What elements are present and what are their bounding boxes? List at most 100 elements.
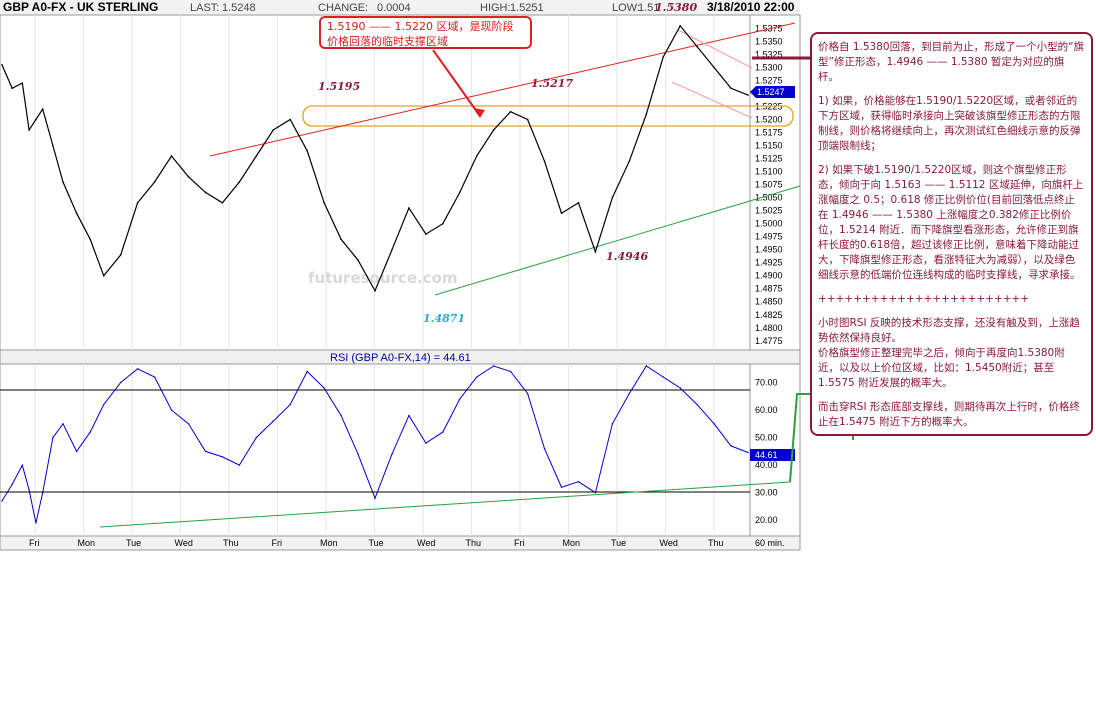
price-point <box>35 118 37 121</box>
rsi-point <box>62 423 64 425</box>
rsi-point <box>221 456 224 458</box>
analysis-notes: 价格自 1.5380回落，到目前为止，形成了一个小型的“旗型”修正形态，1.49… <box>810 32 1093 436</box>
price-point <box>204 191 207 194</box>
rsi-point <box>611 423 614 425</box>
price-y-tick: 1.5375 <box>755 23 783 33</box>
price-point <box>153 181 156 183</box>
price-y-tick: 1.5150 <box>755 141 783 151</box>
rsi-point <box>374 497 376 499</box>
price-point <box>543 160 546 162</box>
price-y-tick: 1.5000 <box>755 219 783 229</box>
price-y-tick: 1.5075 <box>755 180 783 190</box>
note-5: 小时图RSI 反映的技术形态支撑，还没有触及到，上涨趋势依然保持良好。 <box>818 317 1080 344</box>
price-point <box>41 108 44 110</box>
level-1-4871: 1.4871 <box>423 312 465 325</box>
price-point <box>306 149 308 152</box>
rsi-point <box>289 403 291 406</box>
price-point <box>679 25 681 27</box>
rsi-point <box>492 365 495 367</box>
x-tick-label: Wed <box>175 538 193 548</box>
change-value: 0.0004 <box>377 2 411 14</box>
rsi-y-tick: 20.00 <box>755 515 778 525</box>
price-point <box>662 56 665 58</box>
rsi-point <box>35 522 37 524</box>
last-label: LAST: <box>190 2 219 14</box>
rsi-y-tick: 50.00 <box>755 433 778 443</box>
x-tick-label: Fri <box>514 538 525 548</box>
price-y-tick: 1.4800 <box>755 323 783 333</box>
rsi-point <box>204 450 207 453</box>
support-zone-callout: 1.5190 —— 1.5220 区域，是现阶段价格回落的临时支撑区域 <box>319 16 532 49</box>
rsi-y-tick: 30.00 <box>755 488 778 498</box>
x-tick-label: Fri <box>272 538 283 548</box>
callout-text: 1.5190 —— 1.5220 区域，是现阶段价格回落的临时支撑区域 <box>327 20 514 48</box>
rsi-point <box>662 376 664 378</box>
x-tick-label: Tue <box>611 538 626 548</box>
rsi-point <box>75 450 78 453</box>
price-point <box>696 45 698 48</box>
price-point <box>119 254 122 256</box>
rsi-point <box>306 370 308 373</box>
x-tick-label: Tue <box>369 538 384 548</box>
rsi-y-tick: 70.00 <box>755 378 778 388</box>
price-y-ticks: 1.53751.53501.53251.53001.52751.52501.52… <box>755 23 783 345</box>
x-axis-bar <box>0 535 801 551</box>
rsi-point <box>730 445 732 447</box>
price-tag: 1.5247 <box>757 87 785 97</box>
rsi-point <box>89 431 91 433</box>
price-point <box>730 87 732 90</box>
note-4: ++++++++++++++++++++++++ <box>818 293 1030 305</box>
price-point <box>11 87 13 90</box>
rsi-point <box>679 387 681 389</box>
price-point <box>255 155 258 157</box>
rsi-point <box>1 500 3 502</box>
x-tick-label: Thu <box>466 538 482 548</box>
rsi-point <box>425 442 427 444</box>
x-tick-label: Fri <box>29 538 40 548</box>
price-point <box>475 155 478 157</box>
price-point <box>391 248 393 251</box>
high-label: HIGH: <box>480 2 511 14</box>
price-y-tick: 1.4850 <box>755 297 783 307</box>
rsi-point <box>696 403 698 406</box>
x-tick-label: Thu <box>708 538 724 548</box>
price-point <box>289 118 292 121</box>
x-tick-label: Wed <box>660 538 678 548</box>
price-y-tick: 1.5200 <box>755 115 783 125</box>
rsi-point <box>238 464 241 466</box>
level-1-5217: 1.5217 <box>531 77 573 90</box>
price-y-tick: 1.5350 <box>755 36 783 46</box>
rsi-tag: 44.61 <box>755 450 778 460</box>
high-value: 1.5251 <box>510 2 544 14</box>
rsi-point <box>543 447 546 450</box>
price-point <box>340 238 342 241</box>
rsi-point <box>272 420 274 422</box>
rsi-point <box>340 414 342 417</box>
rsi-point <box>170 409 173 411</box>
rsi-point <box>11 483 13 486</box>
interval-label: 60 min. <box>755 538 785 548</box>
rsi-point <box>187 423 190 425</box>
price-y-tick: 1.5125 <box>755 154 783 164</box>
note-7: 而击穿RSI 形态底部支撑线，则期待再次上行时，价格终止在1.5475 附近下方… <box>818 401 1080 428</box>
x-tick-label: Mon <box>320 538 338 548</box>
price-point <box>560 212 563 215</box>
price-point <box>28 129 30 131</box>
price-y-tick: 1.5300 <box>755 62 783 72</box>
price-point <box>611 196 614 199</box>
x-tick-label: Wed <box>417 538 435 548</box>
rsi-point <box>391 453 393 455</box>
rsi-point <box>357 453 359 455</box>
price-point <box>136 202 139 204</box>
rsi-y-tick: 40.00 <box>755 460 778 470</box>
price-point <box>509 110 512 113</box>
rsi-point <box>560 486 563 488</box>
x-tick-label: Tue <box>126 538 141 548</box>
price-point <box>594 250 597 253</box>
level-1-4946: 1.4946 <box>606 250 648 263</box>
level-1-5380: 1.5380 <box>655 1 697 14</box>
change-label: CHANGE: <box>318 2 368 14</box>
price-y-tick: 1.5275 <box>755 75 783 85</box>
price-y-tick: 1.4950 <box>755 245 783 255</box>
chart-title: GBP A0-FX - UK STERLING <box>3 0 158 14</box>
